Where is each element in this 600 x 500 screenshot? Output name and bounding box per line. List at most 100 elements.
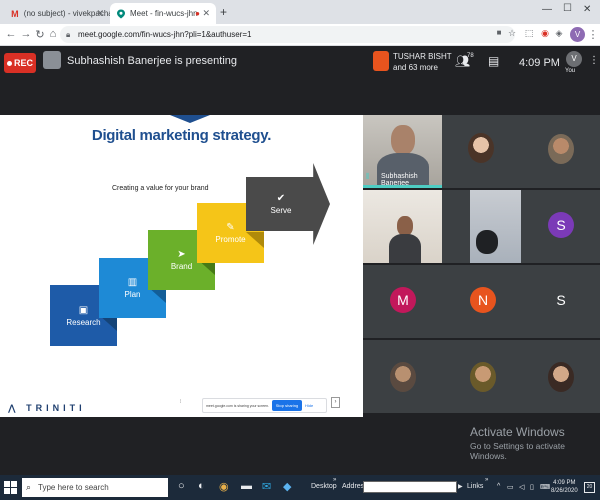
camera-icon[interactable]: ■: [492, 28, 506, 37]
slide-next-icon[interactable]: ›: [331, 397, 340, 408]
network-icon[interactable]: ▭: [507, 483, 514, 491]
chevron-icon[interactable]: »: [333, 477, 336, 483]
record-dot-icon: [6, 60, 12, 66]
participant-tile[interactable]: [363, 190, 442, 263]
profile-avatar[interactable]: V: [570, 27, 585, 42]
participant-tile[interactable]: M: [363, 265, 442, 338]
more-options-icon[interactable]: ⋮: [589, 55, 599, 66]
avatar-letter: N: [477, 292, 489, 308]
forward-icon[interactable]: →: [19, 28, 33, 40]
hide-banner-link[interactable]: Hide: [305, 403, 313, 408]
recording-dot-icon: ●: [195, 9, 200, 18]
participant-tile[interactable]: [521, 340, 600, 413]
window-close-icon[interactable]: ✕: [583, 4, 591, 15]
windows-start-icon[interactable]: [4, 481, 17, 494]
desktop-toolbar[interactable]: Desktop: [311, 483, 337, 490]
volume-icon[interactable]: ◁: [519, 483, 524, 491]
participant-tile[interactable]: [442, 340, 521, 413]
speaker-head: [391, 125, 415, 155]
battery-icon[interactable]: ▯: [530, 483, 534, 491]
system-time: 4:09 PM: [553, 480, 576, 486]
step-label: Research: [66, 317, 101, 327]
lock-icon: 🔒︎: [66, 30, 71, 39]
rocket-icon: ✎: [226, 222, 235, 233]
participant-tile[interactable]: N: [442, 265, 521, 338]
new-tab-icon[interactable]: +: [220, 5, 227, 19]
tab-meet[interactable]: Meet - fin-wucs-jhn ● ✕: [110, 3, 216, 24]
more-menu-icon[interactable]: ⋮: [586, 28, 600, 41]
meeting-clock: 4:09 PM: [519, 57, 560, 69]
notification-badge[interactable]: 20: [584, 482, 595, 493]
system-date: 8/26/2020: [551, 488, 578, 494]
keyboard-icon[interactable]: ⌨: [540, 483, 550, 491]
tab-gmail[interactable]: M (no subject) - vivekpachauri@t... ✕: [4, 3, 110, 24]
system-clock[interactable]: 4:09 PM 8/26/2020: [551, 479, 578, 495]
back-icon[interactable]: ←: [4, 28, 18, 40]
extensions-puzzle-icon[interactable]: ◈: [552, 28, 566, 39]
participant-tile[interactable]: [442, 190, 521, 263]
shared-slide: Digital marketing strategy. Creating a v…: [0, 115, 363, 417]
mail-icon[interactable]: ✉: [262, 480, 271, 493]
slide-title: Digital marketing strategy.: [91, 127, 272, 144]
meet-icon: [116, 9, 126, 19]
step-label: Promote: [215, 235, 246, 244]
participant-photo: [390, 362, 416, 392]
activate-windows-title: Activate Windows: [470, 425, 565, 439]
reload-icon[interactable]: ↻: [33, 28, 47, 41]
go-arrow-icon[interactable]: ▶: [458, 483, 463, 490]
tile-active-speaker[interactable]: ⦀ Subhashish Banerjee: [363, 115, 442, 188]
participant-avatar: [373, 51, 389, 71]
presenter-avatar: [43, 51, 61, 69]
search-icon: ⌕: [26, 482, 32, 492]
bar-chart-icon: ▥: [127, 277, 138, 288]
slide-header-shape: [170, 115, 210, 123]
tray-expand-icon[interactable]: ^: [497, 483, 500, 490]
app-icon[interactable]: ◆: [283, 480, 291, 493]
step-label: Plan: [124, 290, 141, 299]
bookmark-star-icon[interactable]: ☆: [505, 28, 519, 39]
avatar-letter: S: [556, 217, 566, 233]
paper-plane-icon: ➤: [177, 249, 186, 260]
taskbar-search-input[interactable]: ⌕ Type here to search: [22, 478, 168, 497]
stop-sharing-button[interactable]: Stop sharing: [272, 400, 302, 411]
participant-tile[interactable]: [442, 115, 521, 188]
links-toolbar[interactable]: Links: [467, 483, 483, 490]
slide-page-marker: ⁞: [180, 399, 182, 405]
chrome-icon[interactable]: ◉: [219, 480, 229, 493]
url-field[interactable]: 🔒︎ meet.google.com/fin-wucs-jhn?pli=1&au…: [60, 26, 515, 43]
participant-tile[interactable]: S: [521, 265, 600, 338]
participant-name: TUSHAR BISHT: [393, 52, 452, 61]
minimize-icon[interactable]: —: [542, 4, 552, 15]
home-icon[interactable]: ⌂: [46, 28, 60, 40]
file-explorer-icon[interactable]: ▬: [241, 480, 252, 492]
task-view-icon[interactable]: ○: [178, 480, 185, 492]
participant-tile[interactable]: [521, 115, 600, 188]
document-icon: ▣: [78, 304, 89, 316]
slide-subtitle: Creating a value for your brand: [112, 185, 209, 192]
maximize-icon[interactable]: ☐: [563, 3, 572, 14]
close-icon[interactable]: ✕: [96, 8, 104, 19]
participant-body: [389, 234, 421, 263]
participant-summary[interactable]: TUSHAR BISHT and 63 more: [393, 51, 452, 73]
cast-icon[interactable]: ◉: [538, 28, 552, 39]
address-toolbar-input[interactable]: [363, 481, 457, 493]
url-text: meet.google.com/fin-wucs-jhn?pli=1&authu…: [78, 30, 252, 39]
meet-top-bar: REC Subhashish Banerjee is presenting TU…: [0, 46, 600, 80]
close-icon[interactable]: ✕: [202, 8, 210, 19]
activate-windows-subtitle: Go to Settings to activate Windows.: [470, 441, 565, 461]
gmail-icon: M: [11, 8, 19, 19]
chevron-icon[interactable]: »: [485, 477, 488, 483]
extension-icon[interactable]: ⬚: [522, 28, 536, 39]
self-label: You: [565, 68, 576, 74]
triniti-logo: ⋀ TRINITI: [8, 403, 86, 413]
recording-badge: REC: [4, 53, 36, 73]
participant-tile[interactable]: S: [521, 190, 600, 263]
presenter-status: Subhashish Banerjee is presenting: [67, 55, 238, 67]
self-avatar: V: [566, 51, 582, 67]
app-icon[interactable]: ◐: [198, 480, 205, 492]
participant-video: [363, 190, 442, 263]
windows-taskbar: ⌕ Type here to search ○ ◐ ◉ ▬ ✉ ◆ Deskto…: [0, 475, 600, 500]
participant-avatar: M: [390, 287, 416, 313]
participant-tile[interactable]: [363, 340, 442, 413]
chat-icon[interactable]: ▤: [488, 54, 499, 68]
